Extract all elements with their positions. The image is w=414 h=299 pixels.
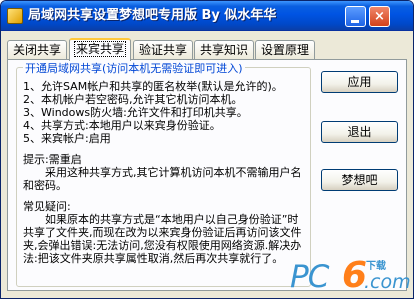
tab-setup-principle[interactable]: 设置原理 [255, 40, 315, 60]
tab-verify-share[interactable]: 验证共享 [133, 40, 193, 60]
tab-close-share[interactable]: 关闭共享 [7, 40, 67, 60]
watermark-com: .com [364, 271, 411, 293]
watermark-pc: PC [290, 259, 329, 295]
share-info-group: 开通局域网共享(访问本机无需验证即可进入) 1、允许SAM帐户和共享的匿名枚举(… [16, 60, 311, 287]
minimize-button[interactable] [345, 6, 366, 27]
pc6-watermark-logo: PC 6 下载 .com [290, 253, 411, 296]
info-line: 1、允许SAM帐户和共享的匿名枚举(默认是允许的)。 [23, 80, 283, 93]
close-button[interactable]: × [369, 6, 390, 27]
faq-text: 如果原本的共享方式是“本地用户以自己身份验证”时共享了文件夹,而现在改为以来宾身… [23, 213, 302, 265]
window-title: 局域网共享设置梦想吧专用版 By 似水年华 [28, 8, 277, 23]
app-icon [7, 8, 23, 24]
app-window: 局域网共享设置梦想吧专用版 By 似水年华 × 关闭共享 来宾共享 验证共享 共… [0, 0, 414, 299]
tab-guest-share[interactable]: 来宾共享 [69, 38, 131, 61]
group-legend: 开通局域网共享(访问本机无需验证即可进入) [23, 60, 245, 76]
tip-heading: 提示:需重启 [23, 153, 82, 166]
tab-label: 来宾共享 [73, 41, 127, 57]
info-text: 1、允许SAM帐户和共享的匿名枚举(默认是允许的)。 2、本机帐户若空密码,允许… [23, 80, 305, 284]
tab-label: 验证共享 [138, 43, 187, 57]
dream-button[interactable]: 梦想吧 [321, 169, 398, 191]
title-bar[interactable]: 局域网共享设置梦想吧专用版 By 似水年华 × [1, 1, 413, 31]
exit-button[interactable]: 退出 [321, 121, 398, 143]
info-line: 4、共享方式:本地用户以来宾身份验证。 [23, 119, 221, 132]
apply-button[interactable]: 应用 [321, 71, 398, 93]
tip-text: 采用这种共享方式,其它计算机访问本机不需输用户名和密码。 [23, 166, 302, 192]
tab-share-knowledge[interactable]: 共享知识 [194, 40, 254, 60]
tab-label: 共享知识 [199, 43, 248, 57]
tab-label: 设置原理 [260, 43, 309, 57]
info-line: 5、来宾帐户:启用 [23, 132, 111, 145]
tab-label: 关闭共享 [12, 43, 61, 57]
info-line: 2、本机帐户若空密码,允许其它机访问本机。 [23, 93, 243, 106]
faq-heading: 常见疑问: [23, 200, 71, 213]
info-line: 3、Windows防火墙:允许文件和打印机共享。 [23, 106, 248, 119]
watermark-download: 下载 [366, 261, 386, 272]
